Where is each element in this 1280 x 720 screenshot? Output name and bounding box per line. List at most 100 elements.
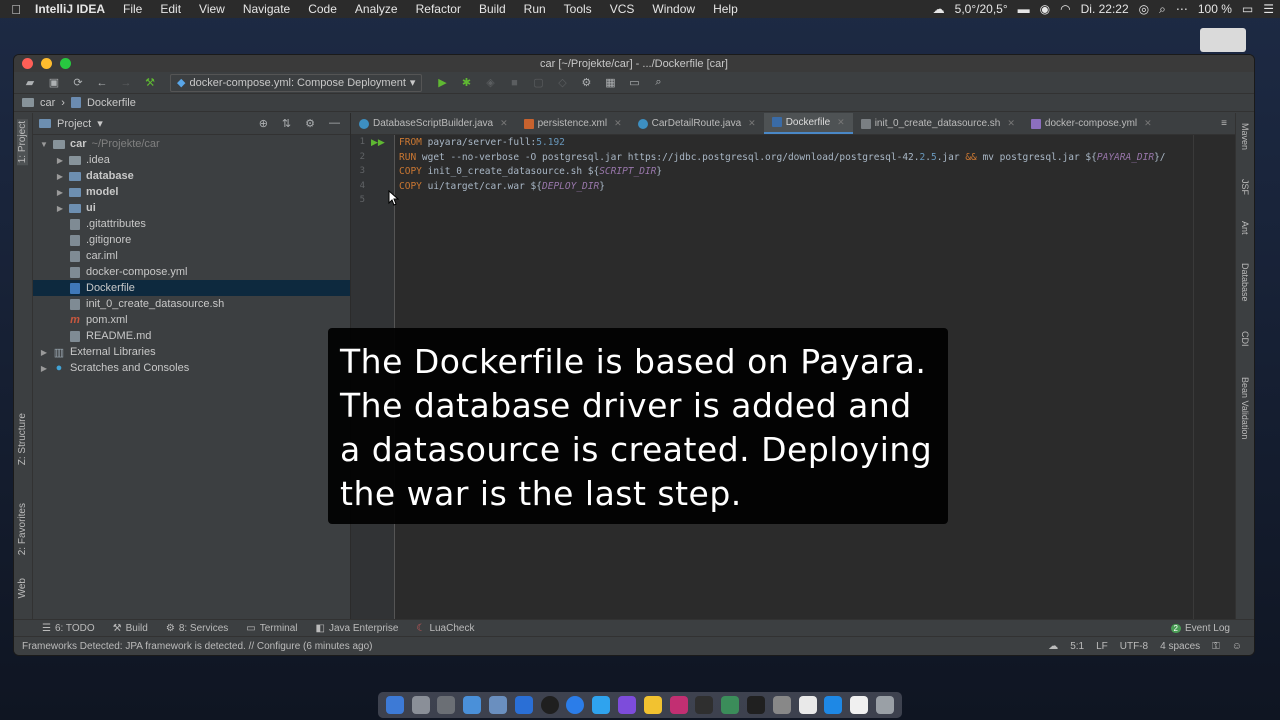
collapsed-arrow-icon[interactable]: ▶ <box>53 172 67 181</box>
back-icon[interactable]: ← <box>92 74 112 92</box>
tool-window-luacheck[interactable]: ☾ LuaCheck <box>416 623 474 634</box>
tab-structure[interactable]: Z: Structure <box>17 413 28 465</box>
menu-tools[interactable]: Tools <box>555 2 601 16</box>
tool-window-terminal[interactable]: ▭ Terminal <box>246 623 297 634</box>
menu-help[interactable]: Help <box>704 2 747 16</box>
outlook-icon[interactable] <box>514 696 533 714</box>
visual-studio-code-icon[interactable] <box>618 696 637 714</box>
notification-center-icon[interactable]: ☰ <box>1263 2 1274 16</box>
app-store-icon[interactable] <box>824 696 843 714</box>
debug-icon[interactable]: ✱ <box>456 74 476 92</box>
app-icon[interactable] <box>772 696 791 714</box>
messages-icon[interactable] <box>592 696 611 714</box>
tab-maven[interactable]: Maven <box>1240 123 1250 150</box>
battery-readout[interactable]: 100 % <box>1198 2 1232 16</box>
editor-tab-databasescriptbuilder-java[interactable]: DatabaseScriptBuilder.java ✕ <box>351 113 516 134</box>
menu-navigate[interactable]: Navigate <box>234 2 299 16</box>
coverage-icon[interactable]: ◈ <box>480 74 500 92</box>
tool-window-8-services[interactable]: ⚙ 8: Services <box>166 623 228 634</box>
lock-icon[interactable]: ⚿ <box>1212 641 1220 652</box>
finder-icon[interactable] <box>385 696 404 714</box>
editor-tab-persistence-xml[interactable]: persistence.xml ✕ <box>516 113 630 134</box>
open-folder-icon[interactable]: ▰ <box>20 74 40 92</box>
safari-icon[interactable] <box>463 696 482 714</box>
run-configuration-select[interactable]: ◆ docker-compose.yml: Compose Deployment… <box>170 73 423 92</box>
code-line[interactable]: FROM payara/server-full:5.192 <box>399 137 565 151</box>
menu-analyze[interactable]: Analyze <box>346 2 407 16</box>
cloud-icon[interactable]: ☁ <box>1048 641 1058 652</box>
tree-item-idea[interactable]: ▶ .idea <box>33 152 350 168</box>
siri-icon[interactable]: ◎ <box>1139 2 1149 16</box>
menu-window[interactable]: Window <box>643 2 704 16</box>
tool-window-6-todo[interactable]: ☰ 6: TODO <box>42 623 95 634</box>
project-panel-title[interactable]: Project <box>57 118 91 130</box>
layout-icon[interactable]: ▭ <box>624 74 644 92</box>
downloads-stack-icon[interactable] <box>850 696 869 714</box>
hide-icon[interactable]: — <box>329 117 340 130</box>
tree-item-car[interactable]: ▼ car ~/Projekte/car <box>33 136 350 152</box>
tree-item-docker-compose-yml[interactable]: docker-compose.yml <box>33 264 350 280</box>
tree-item-external-libraries[interactable]: ▶ ▥ External Libraries <box>33 344 350 360</box>
tab-cdi[interactable]: CDI <box>1240 331 1250 347</box>
tree-item-dockerfile[interactable]: Dockerfile <box>33 280 350 296</box>
search-icon[interactable]: ⌕ <box>648 74 668 92</box>
tab-project[interactable]: 1: Project <box>17 119 28 166</box>
menu-view[interactable]: View <box>190 2 234 16</box>
tree-item-model[interactable]: ▶ model <box>33 184 350 200</box>
close-tab-icon[interactable]: ✕ <box>500 118 508 129</box>
editor-tab-cardetailroute-java[interactable]: CarDetailRoute.java ✕ <box>630 113 764 134</box>
save-all-icon[interactable]: ▣ <box>44 74 64 92</box>
menu-edit[interactable]: Edit <box>151 2 190 16</box>
breadcrumb-car[interactable]: car <box>40 97 55 109</box>
code-line[interactable]: COPY ui/target/car.war ${DEPLOY_DIR} <box>399 181 605 195</box>
tree-item-database[interactable]: ▶ database <box>33 168 350 184</box>
tab-web[interactable]: Web <box>17 578 28 598</box>
tree-item-scratches-and-consoles[interactable]: ▶ ● Scratches and Consoles <box>33 360 350 376</box>
editor-tab-dockerfile[interactable]: Dockerfile ✕ <box>763 113 853 134</box>
tree-item-ui[interactable]: ▶ ui <box>33 200 350 216</box>
code-line[interactable]: RUN wget --no-verbose -O postgresql.jar … <box>399 152 1166 166</box>
sync-icon[interactable]: ⟳ <box>68 74 88 92</box>
apple-menu-icon[interactable]:  <box>6 2 26 17</box>
launchpad-icon[interactable] <box>411 696 430 714</box>
project-structure-icon[interactable]: ▦ <box>600 74 620 92</box>
menu-run[interactable]: Run <box>515 2 555 16</box>
collapse-all-icon[interactable]: ⇅ <box>282 117 291 130</box>
tab-database[interactable]: Database <box>1240 263 1250 302</box>
status-message[interactable]: Frameworks Detected: JPA framework is de… <box>22 641 373 652</box>
apple-tv-icon[interactable] <box>747 696 766 714</box>
sketch-icon[interactable] <box>643 696 662 714</box>
tab-list-icon[interactable]: ≡ <box>1213 113 1235 134</box>
weather-icon[interactable]: ☁ <box>933 2 945 16</box>
attach-icon[interactable]: ▢ <box>528 74 548 92</box>
file-encoding[interactable]: UTF-8 <box>1120 641 1148 652</box>
tool-window-java-enterprise[interactable]: ◧ Java Enterprise <box>316 623 399 634</box>
expanded-arrow-icon[interactable]: ▼ <box>37 140 51 149</box>
tree-item-gitattributes[interactable]: .gitattributes <box>33 216 350 232</box>
intellij-idea-icon[interactable] <box>669 696 688 714</box>
menu-file[interactable]: File <box>114 2 151 16</box>
tab-favorites[interactable]: 2: Favorites <box>17 503 28 555</box>
caret-position[interactable]: 5:1 <box>1070 641 1084 652</box>
run-icon[interactable]: ▶ <box>432 74 452 92</box>
desktop-drive-icon[interactable] <box>1200 28 1246 52</box>
collapsed-arrow-icon[interactable]: ▶ <box>37 364 51 373</box>
chevron-down-icon[interactable]: ▾ <box>97 117 103 130</box>
editor-tab-init-0-create-datasource-sh[interactable]: init_0_create_datasource.sh ✕ <box>853 113 1023 134</box>
flag-icon[interactable]: ▬ <box>1018 2 1030 16</box>
calendar-icon[interactable] <box>798 696 817 714</box>
close-tab-icon[interactable]: ✕ <box>1007 118 1015 129</box>
stop-icon[interactable]: ■ <box>504 74 524 92</box>
wifi-icon[interactable]: ◠ <box>1060 2 1070 16</box>
tree-item-pom-xml[interactable]: m pom.xml <box>33 312 350 328</box>
tree-item-readme-md[interactable]: README.md <box>33 328 350 344</box>
tab-ant[interactable]: Ant <box>1240 221 1250 235</box>
collapsed-arrow-icon[interactable]: ▶ <box>37 348 51 357</box>
menu-vcs[interactable]: VCS <box>601 2 644 16</box>
forward-icon[interactable]: → <box>116 74 136 92</box>
system-preferences-icon[interactable] <box>437 696 456 714</box>
editor-tab-docker-compose-yml[interactable]: docker-compose.yml ✕ <box>1023 113 1160 134</box>
run-gutter-icon[interactable]: ▶▶ <box>371 137 385 148</box>
trash-icon[interactable] <box>876 696 895 714</box>
temperature-readout[interactable]: 5,0°/20,5° <box>955 2 1008 16</box>
